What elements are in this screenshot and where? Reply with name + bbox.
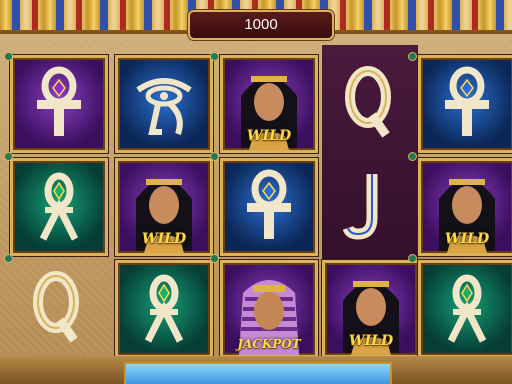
symbol-ankh-purple: [10, 55, 108, 153]
symbol-ankh-green: [418, 260, 512, 358]
slot-game: 1000 WILD WILD WILD JACKPOT WILD: [0, 0, 512, 384]
wild-label: WILD: [246, 128, 292, 144]
symbol-q-royal: [322, 55, 414, 147]
letter-q-icon: [33, 271, 79, 343]
frame-gem: [408, 52, 417, 61]
symbol-eye-of-horus: [115, 55, 213, 153]
symbol-ankh-blue: [220, 158, 318, 256]
wild-label: WILD: [444, 231, 490, 247]
symbol-pharaoh-jackpot: JACKPOT: [220, 260, 318, 358]
wild-label: WILD: [348, 333, 394, 349]
frame-gem: [4, 152, 13, 161]
symbol-cleopatra-wild: WILD: [220, 55, 318, 153]
symbol-ankh-blue: [418, 55, 512, 153]
frame-gem: [210, 152, 219, 161]
bottom-decor-band: [0, 356, 512, 384]
knot-amulet-icon: [447, 274, 487, 343]
ankh-icon: [247, 169, 291, 239]
symbol-cleopatra-wild: WILD: [115, 158, 213, 256]
letter-q-icon: [345, 66, 391, 138]
letter-j-icon: [342, 174, 378, 240]
ankh-icon: [37, 66, 81, 136]
bottom-panel-edge: [124, 362, 392, 384]
symbol-ankh-green: [10, 158, 108, 256]
ankh-icon: [445, 66, 489, 136]
frame-gem: [4, 52, 13, 61]
frame-gem: [408, 254, 417, 263]
symbol-cleopatra-wild: WILD: [418, 158, 512, 256]
symbol-j-royal: [322, 158, 414, 250]
jackpot-label: JACKPOT: [237, 337, 301, 351]
symbol-cleopatra-wild: WILD: [322, 260, 420, 358]
balance-display: 1000: [188, 10, 334, 40]
eye-of-horus-icon: [136, 78, 192, 135]
symbol-q-royal: [10, 260, 102, 352]
symbol-ankh-green: [115, 260, 213, 358]
knot-amulet-icon: [39, 172, 79, 241]
frame-gem: [210, 52, 219, 61]
knot-amulet-icon: [144, 274, 184, 343]
balance-value: 1000: [244, 16, 278, 33]
frame-gem: [4, 254, 13, 263]
wild-label: WILD: [141, 231, 187, 247]
frame-gem: [210, 254, 219, 263]
frame-gem: [408, 152, 417, 161]
